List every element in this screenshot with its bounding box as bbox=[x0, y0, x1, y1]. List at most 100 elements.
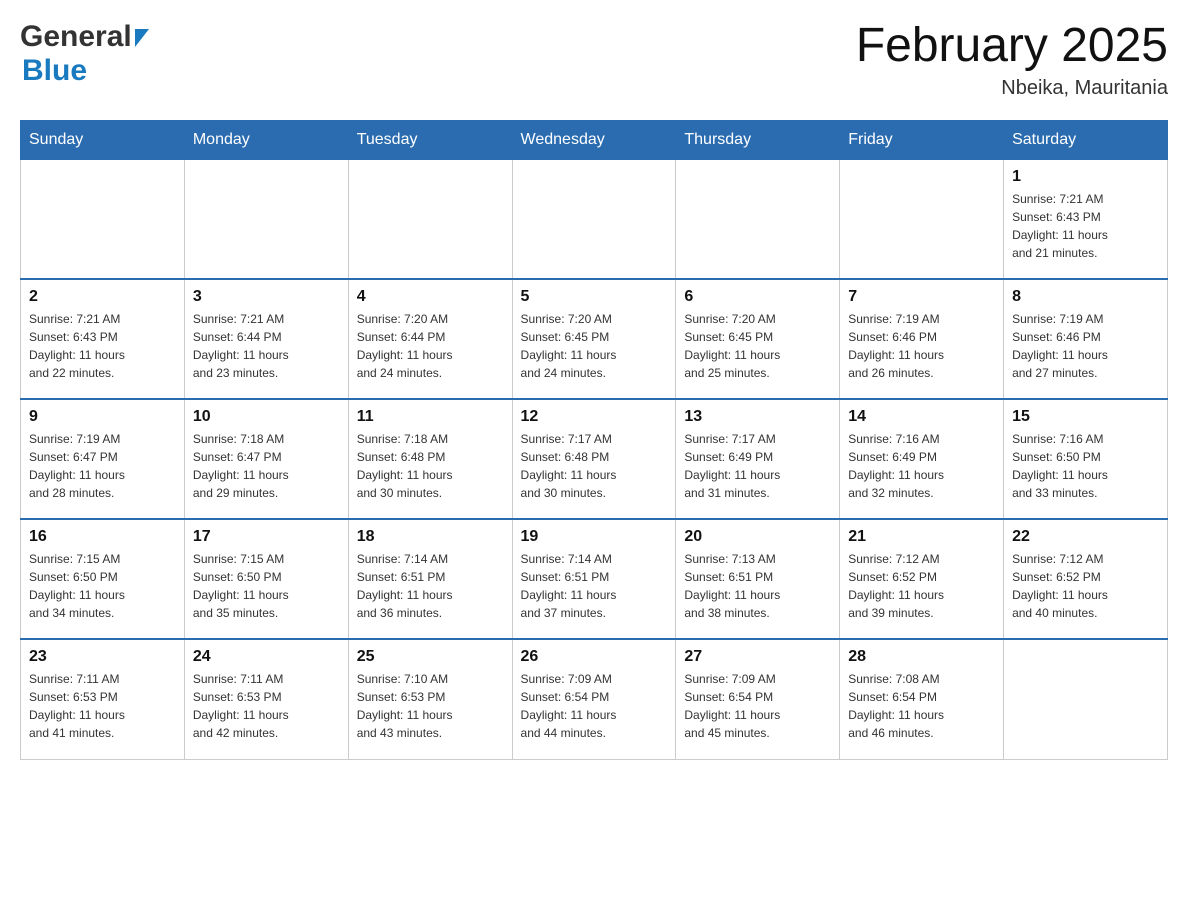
day-number: 12 bbox=[521, 408, 668, 426]
day-info: Sunrise: 7:16 AM Sunset: 6:50 PM Dayligh… bbox=[1012, 430, 1159, 502]
day-number: 8 bbox=[1012, 288, 1159, 306]
calendar-header-saturday: Saturday bbox=[1004, 120, 1168, 159]
calendar-cell: 17 Sunrise: 7:15 AM Sunset: 6:50 PM Dayli… bbox=[184, 519, 348, 639]
day-info: Sunrise: 7:21 AM Sunset: 6:44 PM Dayligh… bbox=[193, 310, 340, 382]
calendar-cell: 14Sunrise: 7:16 AM Sunset: 6:49 PM Dayli… bbox=[840, 399, 1004, 519]
calendar-cell: 19 Sunrise: 7:14 AM Sunset: 6:51 PM Dayli… bbox=[512, 519, 676, 639]
day-number: 10 bbox=[193, 408, 340, 426]
calendar-cell: 7 Sunrise: 7:19 AM Sunset: 6:46 PM Daylig… bbox=[840, 279, 1004, 399]
day-info: Sunrise: 7:14 AM Sunset: 6:51 PM Dayligh… bbox=[521, 550, 668, 622]
month-title: February 2025 bbox=[856, 20, 1168, 73]
day-number: 5 bbox=[521, 288, 668, 306]
calendar-cell: 6 Sunrise: 7:20 AM Sunset: 6:45 PM Daylig… bbox=[676, 279, 840, 399]
calendar-week-2: 2 Sunrise: 7:21 AM Sunset: 6:43 PM Daylig… bbox=[21, 279, 1168, 399]
calendar-cell bbox=[348, 159, 512, 279]
day-info: Sunrise: 7:15 AM Sunset: 6:50 PM Dayligh… bbox=[193, 550, 340, 622]
calendar-cell bbox=[1004, 639, 1168, 759]
day-number: 2 bbox=[29, 288, 176, 306]
calendar-week-5: 23 Sunrise: 7:11 AM Sunset: 6:53 PM Dayli… bbox=[21, 639, 1168, 759]
calendar-cell: 13 Sunrise: 7:17 AM Sunset: 6:49 PM Dayli… bbox=[676, 399, 840, 519]
day-number: 1 bbox=[1012, 168, 1159, 186]
day-number: 22 bbox=[1012, 528, 1159, 546]
calendar-cell bbox=[512, 159, 676, 279]
day-number: 23 bbox=[29, 648, 176, 666]
day-number: 4 bbox=[357, 288, 504, 306]
calendar-week-4: 16 Sunrise: 7:15 AM Sunset: 6:50 PM Dayli… bbox=[21, 519, 1168, 639]
calendar-header-tuesday: Tuesday bbox=[348, 120, 512, 159]
day-info: Sunrise: 7:19 AM Sunset: 6:46 PM Dayligh… bbox=[1012, 310, 1159, 382]
day-info: Sunrise: 7:15 AM Sunset: 6:50 PM Dayligh… bbox=[29, 550, 176, 622]
day-number: 6 bbox=[684, 288, 831, 306]
day-number: 17 bbox=[193, 528, 340, 546]
day-info: Sunrise: 7:11 AM Sunset: 6:53 PM Dayligh… bbox=[193, 670, 340, 742]
day-info: Sunrise: 7:16 AM Sunset: 6:49 PM Dayligh… bbox=[848, 430, 995, 502]
calendar-cell: 5 Sunrise: 7:20 AM Sunset: 6:45 PM Daylig… bbox=[512, 279, 676, 399]
calendar-cell: 11 Sunrise: 7:18 AM Sunset: 6:48 PM Dayli… bbox=[348, 399, 512, 519]
calendar-cell: 24 Sunrise: 7:11 AM Sunset: 6:53 PM Dayli… bbox=[184, 639, 348, 759]
calendar-cell bbox=[21, 159, 185, 279]
calendar-cell: 22Sunrise: 7:12 AM Sunset: 6:52 PM Dayli… bbox=[1004, 519, 1168, 639]
day-info: Sunrise: 7:08 AM Sunset: 6:54 PM Dayligh… bbox=[848, 670, 995, 742]
calendar-cell: 21 Sunrise: 7:12 AM Sunset: 6:52 PM Dayli… bbox=[840, 519, 1004, 639]
day-info: Sunrise: 7:19 AM Sunset: 6:47 PM Dayligh… bbox=[29, 430, 176, 502]
calendar-cell: 8 Sunrise: 7:19 AM Sunset: 6:46 PM Daylig… bbox=[1004, 279, 1168, 399]
day-number: 19 bbox=[521, 528, 668, 546]
day-info: Sunrise: 7:11 AM Sunset: 6:53 PM Dayligh… bbox=[29, 670, 176, 742]
calendar-header-wednesday: Wednesday bbox=[512, 120, 676, 159]
day-info: Sunrise: 7:18 AM Sunset: 6:48 PM Dayligh… bbox=[357, 430, 504, 502]
calendar-table: SundayMondayTuesdayWednesdayThursdayFrid… bbox=[20, 120, 1168, 760]
day-number: 20 bbox=[684, 528, 831, 546]
day-number: 3 bbox=[193, 288, 340, 306]
calendar-cell: 25Sunrise: 7:10 AM Sunset: 6:53 PM Dayli… bbox=[348, 639, 512, 759]
day-info: Sunrise: 7:09 AM Sunset: 6:54 PM Dayligh… bbox=[521, 670, 668, 742]
calendar-week-3: 9 Sunrise: 7:19 AM Sunset: 6:47 PM Daylig… bbox=[21, 399, 1168, 519]
day-number: 28 bbox=[848, 648, 995, 666]
calendar-week-1: 1 Sunrise: 7:21 AM Sunset: 6:43 PM Daylig… bbox=[21, 159, 1168, 279]
day-info: Sunrise: 7:09 AM Sunset: 6:54 PM Dayligh… bbox=[684, 670, 831, 742]
calendar-cell: 18Sunrise: 7:14 AM Sunset: 6:51 PM Dayli… bbox=[348, 519, 512, 639]
day-info: Sunrise: 7:17 AM Sunset: 6:49 PM Dayligh… bbox=[684, 430, 831, 502]
day-info: Sunrise: 7:12 AM Sunset: 6:52 PM Dayligh… bbox=[848, 550, 995, 622]
calendar-cell: 4 Sunrise: 7:20 AM Sunset: 6:44 PM Daylig… bbox=[348, 279, 512, 399]
day-info: Sunrise: 7:21 AM Sunset: 6:43 PM Dayligh… bbox=[1012, 190, 1159, 262]
day-number: 15 bbox=[1012, 408, 1159, 426]
day-number: 16 bbox=[29, 528, 176, 546]
calendar-cell bbox=[676, 159, 840, 279]
day-info: Sunrise: 7:18 AM Sunset: 6:47 PM Dayligh… bbox=[193, 430, 340, 502]
day-info: Sunrise: 7:17 AM Sunset: 6:48 PM Dayligh… bbox=[521, 430, 668, 502]
day-number: 7 bbox=[848, 288, 995, 306]
calendar-cell bbox=[184, 159, 348, 279]
day-info: Sunrise: 7:13 AM Sunset: 6:51 PM Dayligh… bbox=[684, 550, 831, 622]
day-number: 21 bbox=[848, 528, 995, 546]
calendar-cell: 23 Sunrise: 7:11 AM Sunset: 6:53 PM Dayli… bbox=[21, 639, 185, 759]
day-number: 18 bbox=[357, 528, 504, 546]
day-info: Sunrise: 7:20 AM Sunset: 6:45 PM Dayligh… bbox=[521, 310, 668, 382]
calendar-header-row: SundayMondayTuesdayWednesdayThursdayFrid… bbox=[21, 120, 1168, 159]
day-info: Sunrise: 7:20 AM Sunset: 6:44 PM Dayligh… bbox=[357, 310, 504, 382]
page-header: General Blue February 2025 Nbeika, Mauri… bbox=[20, 20, 1168, 100]
calendar-cell: 2 Sunrise: 7:21 AM Sunset: 6:43 PM Daylig… bbox=[21, 279, 185, 399]
calendar-header-friday: Friday bbox=[840, 120, 1004, 159]
calendar-cell: 15 Sunrise: 7:16 AM Sunset: 6:50 PM Dayli… bbox=[1004, 399, 1168, 519]
title-section: February 2025 Nbeika, Mauritania bbox=[856, 20, 1168, 100]
day-number: 26 bbox=[521, 648, 668, 666]
day-info: Sunrise: 7:19 AM Sunset: 6:46 PM Dayligh… bbox=[848, 310, 995, 382]
calendar-cell: 16 Sunrise: 7:15 AM Sunset: 6:50 PM Dayli… bbox=[21, 519, 185, 639]
location: Nbeika, Mauritania bbox=[856, 77, 1168, 100]
calendar-cell bbox=[840, 159, 1004, 279]
day-number: 24 bbox=[193, 648, 340, 666]
logo-general: General bbox=[20, 20, 132, 54]
calendar-header-monday: Monday bbox=[184, 120, 348, 159]
calendar-cell: 3 Sunrise: 7:21 AM Sunset: 6:44 PM Daylig… bbox=[184, 279, 348, 399]
calendar-cell: 10 Sunrise: 7:18 AM Sunset: 6:47 PM Dayli… bbox=[184, 399, 348, 519]
logo: General Blue bbox=[20, 20, 149, 88]
day-number: 27 bbox=[684, 648, 831, 666]
logo-blue: Blue bbox=[22, 54, 87, 88]
day-number: 9 bbox=[29, 408, 176, 426]
calendar-cell: 12 Sunrise: 7:17 AM Sunset: 6:48 PM Dayli… bbox=[512, 399, 676, 519]
day-number: 25 bbox=[357, 648, 504, 666]
day-info: Sunrise: 7:21 AM Sunset: 6:43 PM Dayligh… bbox=[29, 310, 176, 382]
day-number: 13 bbox=[684, 408, 831, 426]
day-info: Sunrise: 7:20 AM Sunset: 6:45 PM Dayligh… bbox=[684, 310, 831, 382]
day-number: 11 bbox=[357, 408, 504, 426]
